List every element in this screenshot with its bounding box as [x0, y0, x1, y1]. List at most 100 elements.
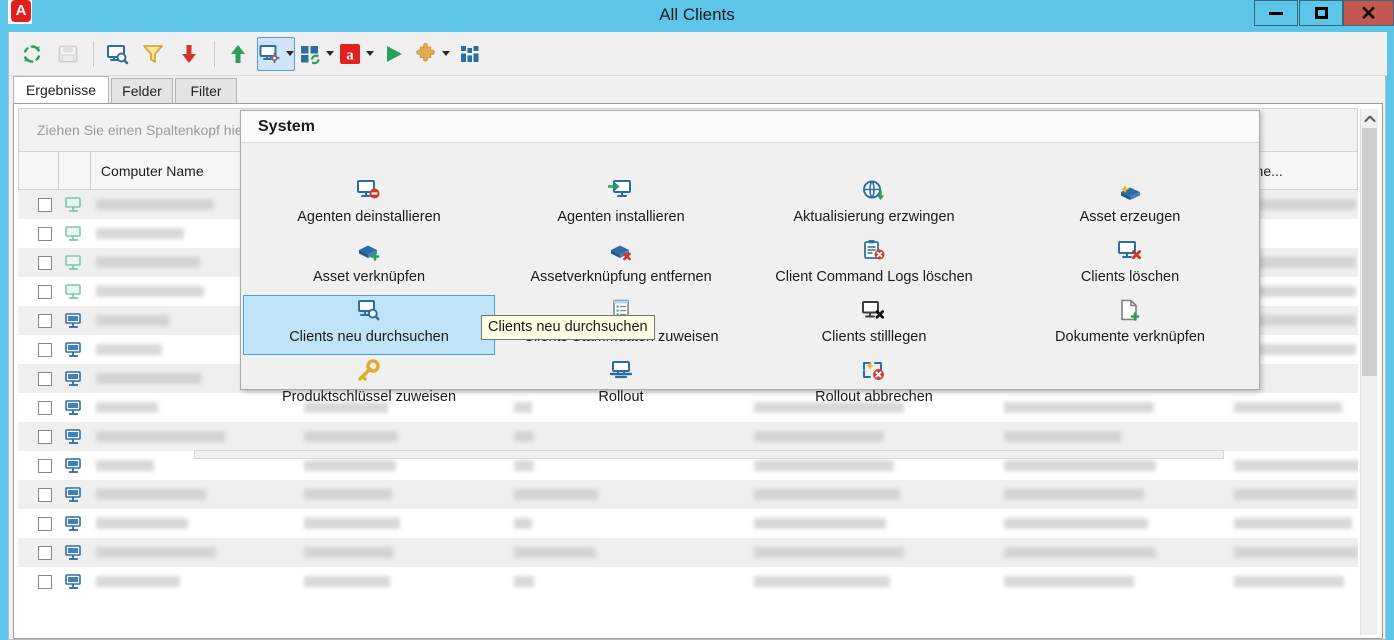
- redacted-value: [754, 431, 884, 442]
- table-row[interactable]: [18, 509, 1358, 538]
- title-bar[interactable]: A All Clients ✕: [0, 0, 1394, 32]
- gallery-item-rollout-abbrechen[interactable]: Rollout abbrechen: [747, 355, 1001, 415]
- tab-filter[interactable]: Filter: [175, 78, 237, 104]
- row-checkbox[interactable]: [38, 459, 52, 473]
- client-status-icon: [64, 515, 84, 533]
- table-row[interactable]: [18, 538, 1358, 567]
- client-status-icon: [64, 225, 84, 243]
- table-row[interactable]: [18, 480, 1358, 509]
- row-checkbox[interactable]: [38, 575, 52, 589]
- save-button[interactable]: [51, 37, 85, 71]
- scrollbar-thumb[interactable]: [1362, 128, 1377, 376]
- table-cell: [294, 538, 504, 567]
- redacted-value: [96, 489, 206, 500]
- horizontal-scrollbar[interactable]: [194, 450, 1224, 459]
- gallery-item-produktschluessel-zuweisen[interactable]: Produktschlüssel zuweisen: [243, 355, 495, 415]
- minimize-button[interactable]: [1254, 0, 1298, 26]
- refresh-button[interactable]: [15, 37, 49, 71]
- row-checkbox[interactable]: [38, 198, 52, 212]
- gallery-item-dokumente-verknuepfen[interactable]: Dokumente verknüpfen: [1001, 295, 1259, 355]
- gallery-item-clients-stilllegen[interactable]: Clients stilllegen: [747, 295, 1001, 355]
- plugins-menu-button[interactable]: [413, 37, 451, 71]
- row-checkbox[interactable]: [38, 343, 52, 357]
- gallery-item-clients-neu-durchsuchen[interactable]: Clients neu durchsuchen: [243, 295, 495, 355]
- client-status-icon: [64, 370, 84, 388]
- gallery-item-agenten-installieren[interactable]: Agenten installieren: [495, 175, 747, 235]
- row-checkbox[interactable]: [38, 314, 52, 328]
- arrow-up-icon: [226, 42, 250, 66]
- run-button[interactable]: [377, 37, 411, 71]
- row-checkbox[interactable]: [38, 430, 52, 444]
- avira-menu-button[interactable]: a: [337, 37, 375, 71]
- gallery-item-client-command-logs-loeschen[interactable]: Client Command Logs löschen: [747, 235, 1001, 295]
- client-status-icon: [64, 399, 84, 417]
- row-checkbox[interactable]: [38, 517, 52, 531]
- funnel-icon: [141, 42, 165, 66]
- redacted-value: [96, 518, 188, 529]
- gallery-item-rollout[interactable]: Rollout: [495, 355, 747, 415]
- gallery-item-clients-loeschen[interactable]: Clients löschen: [1001, 235, 1259, 295]
- close-icon: ✕: [1360, 1, 1377, 26]
- column-header-status-icon[interactable]: [59, 152, 91, 189]
- chevron-up-icon[interactable]: [1361, 109, 1378, 128]
- table-cell: [744, 567, 994, 596]
- gallery-item-label: Rollout abbrechen: [815, 386, 933, 408]
- rollout-cancel-icon: [861, 356, 887, 386]
- table-cell: [994, 567, 1224, 596]
- table-cell: [504, 509, 744, 538]
- table-cell: [504, 422, 744, 451]
- gallery-item-label: Rollout: [598, 386, 643, 408]
- import-up-button[interactable]: [221, 37, 255, 71]
- gallery-item-assetverknuepfung-entfernen[interactable]: Assetverknüpfung entfernen: [495, 235, 747, 295]
- search-client-button[interactable]: [100, 37, 134, 71]
- table-row[interactable]: [18, 567, 1358, 596]
- client-status-icon: [64, 573, 84, 591]
- client-status-icon: [64, 312, 84, 330]
- row-checkbox[interactable]: [38, 227, 52, 241]
- tab-felder[interactable]: Felder: [111, 78, 173, 104]
- redacted-value: [96, 460, 154, 471]
- gallery-item-aktualisierung-erzwingen[interactable]: Aktualisierung erzwingen: [747, 175, 1001, 235]
- vertical-scrollbar[interactable]: [1360, 109, 1377, 635]
- close-button[interactable]: ✕: [1343, 0, 1394, 26]
- column-header-checkbox[interactable]: [19, 152, 59, 189]
- redacted-value: [514, 576, 534, 587]
- redacted-value: [754, 460, 894, 471]
- gallery-item-asset-erzeugen[interactable]: Asset erzeugen: [1001, 175, 1259, 235]
- maximize-button[interactable]: [1299, 0, 1343, 26]
- save-disk-icon: [57, 43, 79, 65]
- table-row[interactable]: [18, 422, 1358, 451]
- table-cell: [994, 480, 1224, 509]
- asset-new-icon: [1117, 176, 1143, 206]
- chevron-down-icon[interactable]: [326, 51, 334, 56]
- groups-menu-button[interactable]: [297, 37, 335, 71]
- tab-ergebnisse[interactable]: Ergebnisse: [13, 76, 109, 104]
- rollout-icon: [608, 356, 634, 386]
- redacted-value: [754, 576, 890, 587]
- row-checkbox[interactable]: [38, 401, 52, 415]
- redacted-value: [96, 228, 184, 239]
- chevron-down-icon[interactable]: [366, 51, 374, 56]
- gallery-item-agenten-deinstallieren[interactable]: Agenten deinstallieren: [243, 175, 495, 235]
- svg-text:a: a: [346, 47, 354, 63]
- maximize-icon: [1315, 7, 1328, 19]
- row-checkbox[interactable]: [38, 546, 52, 560]
- client-status-icon: [64, 457, 84, 475]
- table-cell: [994, 422, 1224, 451]
- row-checkbox[interactable]: [38, 256, 52, 270]
- client-status-icon: [64, 196, 84, 214]
- system-gallery-popup: System Agenten deinstallierenAgenten ins…: [240, 110, 1260, 390]
- reports-button[interactable]: [453, 37, 487, 71]
- row-checkbox[interactable]: [38, 488, 52, 502]
- export-down-button[interactable]: [172, 37, 206, 71]
- filter-button[interactable]: [136, 37, 170, 71]
- row-checkbox[interactable]: [38, 372, 52, 386]
- row-checkbox[interactable]: [38, 285, 52, 299]
- chevron-down-icon[interactable]: [286, 51, 294, 56]
- redacted-value: [96, 547, 216, 558]
- monitor-gear-icon: [258, 42, 282, 66]
- chevron-down-icon[interactable]: [442, 51, 450, 56]
- redacted-value: [1004, 460, 1156, 471]
- gallery-item-asset-verknuepfen[interactable]: Asset verknüpfen: [243, 235, 495, 295]
- system-menu-button[interactable]: [257, 37, 295, 71]
